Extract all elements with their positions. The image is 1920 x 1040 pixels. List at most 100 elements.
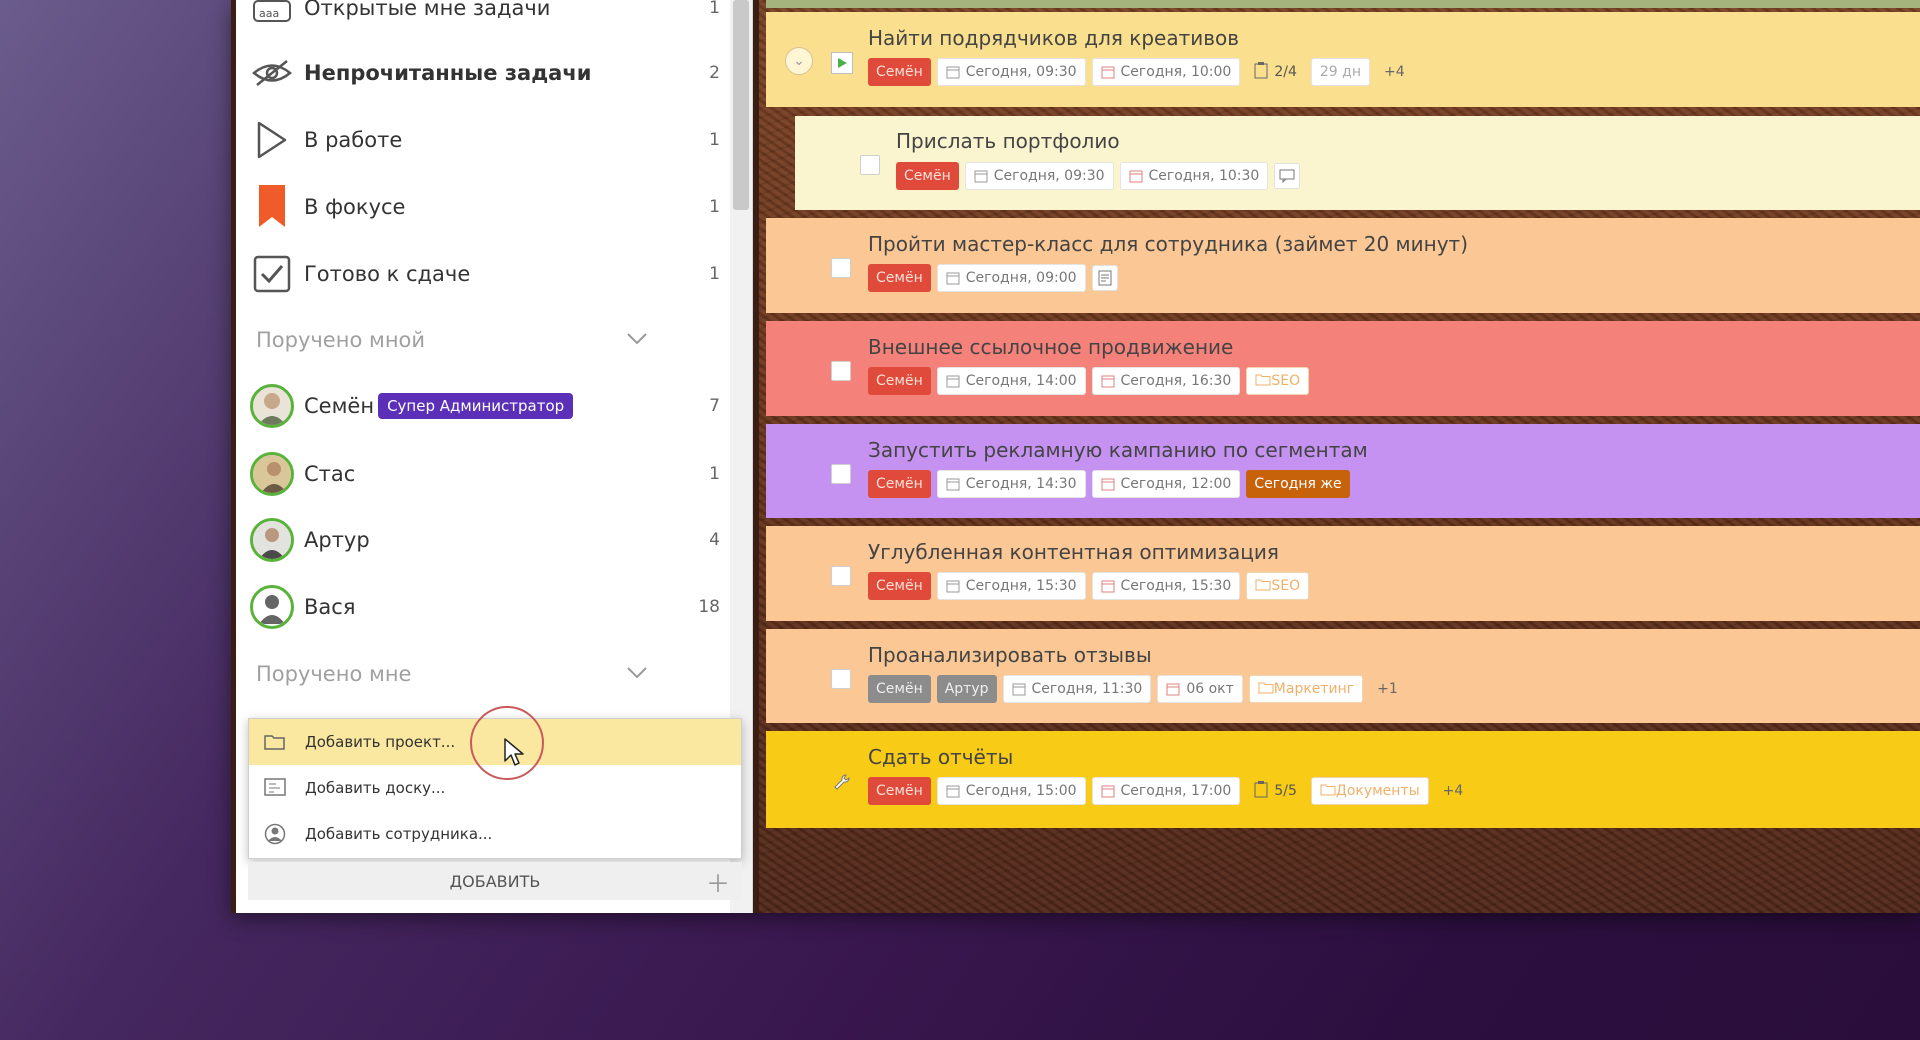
user-circle-icon [255,823,295,845]
assignee-tag[interactable]: Семён [868,367,931,395]
task-title[interactable]: Внешнее ссылочное продвижение [868,335,1233,359]
clipboard-icon [1254,780,1268,802]
task-title[interactable]: Найти подрядчиков для креативов [868,26,1239,50]
chevron-down-icon[interactable] [626,664,648,685]
calendar-icon [946,65,960,79]
task-title[interactable]: Запустить рекламную кампанию по сегмента… [868,438,1368,462]
chevron-down-icon[interactable]: ⌄ [785,47,813,75]
task-title[interactable]: Сдать отчёты [868,745,1013,769]
calendar-icon [1129,169,1143,183]
chevron-down-icon[interactable] [626,330,648,351]
task-row[interactable]: Внешнее ссылочное продвижение Семён Сего… [766,321,1920,416]
task-title[interactable]: Пройти мастер-класс для сотрудника (займ… [868,232,1468,256]
more-tags[interactable]: +4 [1376,58,1413,86]
start-date[interactable]: Сегодня, 14:30 [936,470,1086,498]
menu-item-label: Добавить сотрудника... [305,825,493,843]
task-checkbox[interactable] [860,155,880,175]
person-task-count: 4 [709,530,720,550]
assignee-tag[interactable]: Семён [896,162,959,190]
task-title[interactable]: Проанализировать отзывы [868,643,1152,667]
task-row[interactable]: Пройти мастер-класс для сотрудника (займ… [766,218,1920,313]
avatar-wrap [250,518,294,562]
comment-icon[interactable] [1274,163,1301,189]
project-tag[interactable]: SEO [1246,572,1310,600]
play-icon[interactable] [831,52,853,74]
add-employee-menu-item[interactable]: Добавить сотрудника... [249,811,741,857]
task-row[interactable]: Углубленная контентная оптимизация Семён… [766,526,1920,621]
task-row[interactable]: Проанализировать отзывы Семён Артур Сего… [766,629,1920,723]
start-date[interactable]: Сегодня, 15:30 [936,572,1086,600]
task-checkbox[interactable] [831,361,851,381]
start-date[interactable]: Сегодня, 09:00 [936,264,1086,292]
sidebar-item-count: 1 [709,130,720,150]
project-tag[interactable]: Маркетинг [1248,675,1364,703]
project-tag[interactable]: Документы [1310,777,1429,805]
task-row[interactable]: Прислать портфолио Семён Сегодня, 09:30 … [795,116,1920,210]
sidebar-item-open-to-me[interactable]: ааа Открытые мне задачи 1 [250,0,720,33]
assignee-tag[interactable]: Семён [868,572,931,600]
section-assigned-to-me[interactable]: Поручено мне [256,654,656,694]
task-row[interactable]: Сдать отчёты Семён Сегодня, 15:00 Сегодн… [766,731,1920,828]
start-date[interactable]: Сегодня, 11:30 [1002,675,1152,703]
project-tag[interactable]: SEO [1246,367,1310,395]
folder-icon [1320,783,1336,800]
start-date[interactable]: Сегодня, 14:00 [936,367,1086,395]
task-checkbox[interactable] [831,258,851,278]
task-title[interactable]: Прислать портфолио [896,129,1120,153]
wrench-icon[interactable] [831,771,853,793]
more-tags[interactable]: +1 [1369,675,1406,703]
add-button[interactable]: ДОБАВИТЬ ＋ [248,862,742,900]
end-date[interactable]: Сегодня, 10:00 [1091,58,1241,86]
task-meta: Семён Сегодня, 14:00 Сегодня, 16:30 SEO [868,367,1315,395]
task-checkbox[interactable] [831,464,851,484]
end-date[interactable]: Сегодня, 17:00 [1091,777,1241,805]
task-checkbox[interactable] [831,669,851,689]
sidebar-scrollbar-thumb[interactable] [733,0,749,210]
start-date[interactable]: Сегодня, 09:30 [964,162,1114,190]
end-date[interactable]: Сегодня, 15:30 [1091,572,1241,600]
task-checkbox[interactable] [831,566,851,586]
end-date[interactable]: Сегодня, 12:00 [1091,470,1241,498]
start-date-text: Сегодня, 11:30 [1031,681,1143,697]
checkbox-checked-icon [250,252,294,296]
sidebar-item-label: Готово к сдаче [304,262,471,286]
end-date-text: Сегодня, 10:30 [1148,168,1260,184]
checklist-tag[interactable]: 5/5 [1246,777,1305,805]
description-icon[interactable] [1091,265,1118,291]
person-item-vasya[interactable]: Вася 18 [250,582,720,632]
end-date[interactable]: 06 окт [1157,675,1243,703]
role-badge: Супер Администратор [378,393,574,419]
calendar-icon [974,169,988,183]
assignee-tag[interactable]: Семён [868,264,931,292]
task-row[interactable]: ⌄ Найти подрядчиков для креативов Семён … [766,12,1920,107]
clipboard-icon [1254,61,1268,83]
sidebar-item-count: 1 [709,197,720,217]
person-item-semyon[interactable]: Семён Супер Администратор 7 [250,381,720,431]
task-meta: Семён Сегодня, 14:30 Сегодня, 12:00 Сего… [868,470,1356,498]
task-title[interactable]: Углубленная контентная оптимизация [868,540,1279,564]
plus-icon: ＋ [706,869,730,898]
sidebar-item-in-focus[interactable]: В фокусе 1 [250,182,720,232]
sidebar-item-unread[interactable]: Непрочитанные задачи 2 [250,48,720,98]
task-row[interactable]: Запустить рекламную кампанию по сегмента… [766,424,1920,518]
duration-tag: 29 дн [1310,58,1370,86]
start-date[interactable]: Сегодня, 15:00 [936,777,1086,805]
more-tags[interactable]: +4 [1435,777,1472,805]
end-date[interactable]: Сегодня, 16:30 [1091,367,1241,395]
checklist-tag[interactable]: 2/4 [1246,58,1305,86]
start-date[interactable]: Сегодня, 09:30 [936,58,1086,86]
assignee-tag[interactable]: Семён [868,675,931,703]
assignee-tag[interactable]: Семён [868,58,931,86]
calendar-icon [1101,477,1115,491]
section-assigned-by-me[interactable]: Поручено мной [256,320,656,360]
end-date[interactable]: Сегодня, 10:30 [1119,162,1269,190]
person-item-artur[interactable]: Артур 4 [250,515,720,565]
person-item-stas[interactable]: Стас 1 [250,449,720,499]
assignee-tag-2[interactable]: Артур [936,675,997,703]
end-date-text: Сегодня, 15:30 [1120,578,1232,594]
sidebar-item-in-progress[interactable]: В работе 1 [250,115,720,165]
assignee-tag[interactable]: Семён [868,777,931,805]
sidebar-item-ready[interactable]: Готово к сдаче 1 [250,249,720,299]
project-name: SEO [1271,578,1301,594]
assignee-tag[interactable]: Семён [868,470,931,498]
